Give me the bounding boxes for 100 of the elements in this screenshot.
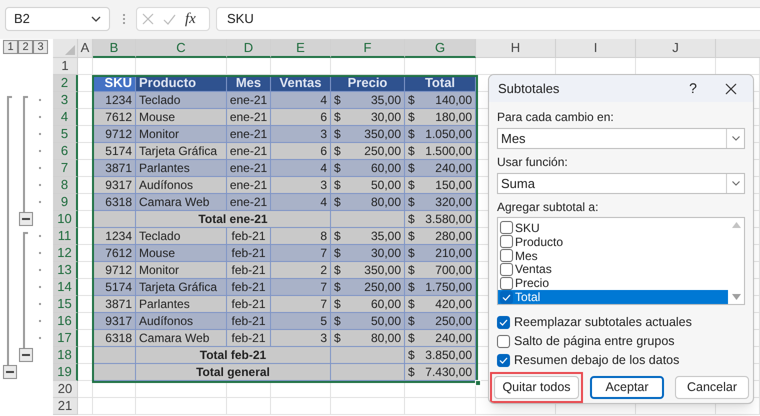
grid-cell[interactable] xyxy=(227,398,271,415)
row-header[interactable]: 16 xyxy=(53,313,78,330)
row-header[interactable]: 13 xyxy=(53,262,78,279)
check-icon xyxy=(499,356,508,364)
row-header[interactable]: 19 xyxy=(53,364,78,381)
row-header[interactable]: 6 xyxy=(53,143,78,160)
dialog-button[interactable]: Cancelar xyxy=(675,376,749,399)
row-header[interactable]: 9 xyxy=(53,194,78,211)
table-cell: 9712 xyxy=(93,262,136,279)
outline-level-button[interactable]: 2 xyxy=(18,40,33,54)
column-header[interactable]: D xyxy=(227,39,271,58)
option-label[interactable]: Reemplazar subtotales actuales xyxy=(514,312,692,332)
checkbox[interactable] xyxy=(500,290,513,304)
row-header[interactable]: 3 xyxy=(53,92,78,109)
dialog-button[interactable]: Aceptar xyxy=(590,376,664,399)
column-header[interactable]: F xyxy=(331,39,405,58)
outline-level-button[interactable]: 3 xyxy=(33,40,48,54)
column-header[interactable]: C xyxy=(136,39,227,58)
currency-symbol: $ xyxy=(334,228,341,245)
currency-symbol: $ xyxy=(334,126,341,143)
close-button[interactable] xyxy=(725,82,739,96)
dropdown-field[interactable]: Suma xyxy=(497,173,745,194)
column-header[interactable]: B xyxy=(93,39,136,58)
table-cell: 6 xyxy=(271,109,331,126)
column-header[interactable]: G xyxy=(405,39,476,58)
collapse-button[interactable] xyxy=(3,365,17,379)
grid-cell[interactable] xyxy=(78,381,93,398)
grid-cell[interactable] xyxy=(136,58,227,75)
help-button[interactable]: ? xyxy=(683,78,703,99)
table-cell: ene-21 xyxy=(227,177,271,194)
table-cell: 5174 xyxy=(93,279,136,296)
currency-symbol: $ xyxy=(408,177,415,194)
checkbox[interactable] xyxy=(500,276,513,290)
table-cell: 7 xyxy=(271,245,331,262)
grid-cell[interactable] xyxy=(331,58,405,75)
row-header[interactable]: 4 xyxy=(53,109,78,126)
amount: 240,00 xyxy=(435,330,472,347)
checkbox[interactable] xyxy=(497,316,510,328)
amount: 7.430,00 xyxy=(425,364,472,381)
list-item[interactable]: SKU xyxy=(498,221,728,235)
collapse-button[interactable] xyxy=(19,212,33,226)
column-header[interactable]: A xyxy=(78,39,93,58)
list-item[interactable]: Precio xyxy=(498,276,728,290)
grid-cell[interactable] xyxy=(476,58,556,75)
name-box[interactable]: B2 xyxy=(5,7,110,31)
column-header[interactable]: J xyxy=(636,39,716,58)
grid-cell[interactable] xyxy=(227,58,271,75)
dialog-button[interactable]: Quitar todos xyxy=(494,376,579,399)
table-cell: feb-21 xyxy=(227,245,271,262)
grid-cell[interactable] xyxy=(331,398,405,415)
row-header[interactable]: 8 xyxy=(53,177,78,194)
checkbox[interactable] xyxy=(497,354,510,366)
list-item[interactable]: Ventas xyxy=(498,262,728,276)
outline-level-button[interactable]: 1 xyxy=(3,40,18,54)
row-header[interactable]: 14 xyxy=(53,279,78,296)
checkbox[interactable] xyxy=(500,221,513,234)
collapse-button[interactable] xyxy=(19,348,33,362)
checkbox[interactable] xyxy=(500,249,513,262)
formula-field[interactable]: SKU xyxy=(216,7,760,31)
amount: 60,00 xyxy=(370,296,401,313)
row-header[interactable]: 15 xyxy=(53,296,78,313)
insert-function-button[interactable]: fx xyxy=(185,12,196,26)
table-cell: Total ene-21 xyxy=(136,211,331,228)
option-label[interactable]: Salto de página entre grupos xyxy=(514,332,675,350)
row-header[interactable]: 17 xyxy=(53,330,78,347)
grid-cell[interactable] xyxy=(405,58,476,75)
table-cell: feb-21 xyxy=(227,228,271,245)
grid-cell[interactable] xyxy=(78,398,93,415)
grid-cell[interactable] xyxy=(271,398,331,415)
list-item[interactable]: Producto xyxy=(498,234,728,249)
list-item[interactable]: Mes xyxy=(498,248,728,262)
list-box[interactable]: SKU Producto Mes Ventas Precio Total xyxy=(497,217,745,305)
row-header[interactable]: 12 xyxy=(53,245,78,262)
dropdown-field[interactable]: Mes xyxy=(497,128,745,149)
row-header[interactable]: 5 xyxy=(53,126,78,143)
column-header[interactable]: H xyxy=(476,39,556,58)
column-header[interactable]: I xyxy=(556,39,636,58)
list-item[interactable]: Total xyxy=(498,290,728,304)
row-header[interactable]: 2 xyxy=(53,75,78,92)
option-label[interactable]: Resumen debajo de los datos xyxy=(514,350,680,370)
table-cell xyxy=(93,211,136,228)
row-header[interactable]: 1 xyxy=(53,58,78,75)
row-header[interactable]: 11 xyxy=(53,228,78,245)
row-header[interactable]: 18 xyxy=(53,347,78,364)
column-header[interactable]: E xyxy=(271,39,331,58)
row-header[interactable]: 20 xyxy=(53,381,78,398)
checkbox[interactable] xyxy=(500,262,513,276)
grid-cell[interactable] xyxy=(93,58,136,75)
grid-cell[interactable] xyxy=(271,58,331,75)
grid-cell[interactable] xyxy=(136,398,227,415)
row-header[interactable]: 21 xyxy=(53,398,78,415)
grid-cell[interactable] xyxy=(405,398,476,415)
row-header[interactable]: 7 xyxy=(53,160,78,177)
table-cell: ene-21 xyxy=(227,160,271,177)
currency-symbol: $ xyxy=(408,143,415,160)
row-header[interactable]: 10 xyxy=(53,211,78,228)
checkbox[interactable] xyxy=(500,235,513,248)
checkbox[interactable] xyxy=(497,334,510,348)
grid-cell[interactable] xyxy=(93,398,136,415)
grid-cell[interactable] xyxy=(78,58,93,75)
